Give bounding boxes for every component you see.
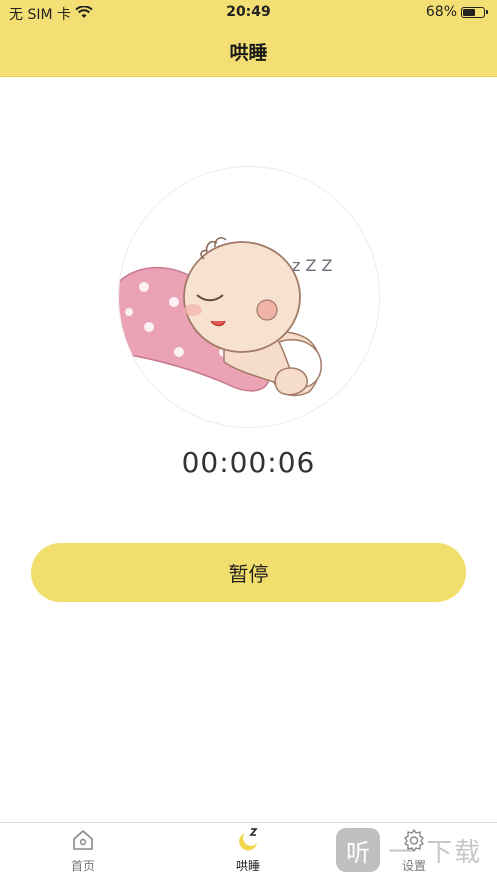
watermark-glyph: 听 (346, 838, 370, 867)
moon-sleep-icon (235, 827, 261, 853)
sleeping-baby-illustration: z Z Z (118, 166, 380, 428)
watermark: 听 一 下载 (336, 828, 482, 872)
watermark-logo: 听 (336, 828, 380, 872)
snore-text: z Z Z (292, 256, 333, 275)
nav-bar: 哄睡 (0, 26, 497, 77)
status-right: 68% (425, 4, 488, 20)
sleep-timer: 00:00:06 (181, 446, 316, 479)
tab-sleep[interactable]: 哄睡 (188, 827, 308, 874)
page-title: 哄睡 (229, 42, 268, 64)
tab-home[interactable]: 首页 (23, 827, 143, 874)
watermark-text: 一 下载 (388, 837, 483, 868)
status-time: 20:49 (226, 4, 271, 20)
home-icon (70, 827, 96, 853)
battery-percent: 68% (425, 4, 457, 20)
pause-button[interactable]: 暂停 (31, 543, 466, 602)
battery-icon (461, 6, 488, 18)
status-bar: 无 SIM 卡 20:49 68% (0, 0, 497, 26)
battery-fill (463, 8, 476, 16)
tab-home-label: 首页 (70, 859, 95, 873)
tab-sleep-label: 哄睡 (235, 859, 260, 873)
